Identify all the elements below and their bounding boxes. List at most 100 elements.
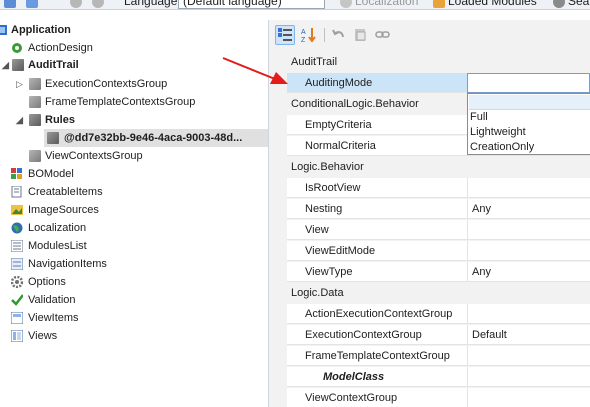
tree-node-executioncontextsgroup[interactable]: ▷ ExecutionContextsGroup (0, 75, 268, 93)
property-value[interactable] (467, 388, 590, 407)
cube-icon (29, 96, 41, 108)
tree-node-label: Views (28, 330, 58, 342)
paste-button[interactable] (351, 25, 371, 45)
dropdown-empty-option[interactable] (469, 95, 590, 110)
property-row-auditingmode[interactable]: AuditingMode (269, 73, 590, 94)
toolbar-refresh-icon[interactable] (26, 0, 41, 9)
property-value[interactable] (467, 178, 590, 198)
collapse-arrow-icon[interactable]: ◢ (2, 56, 9, 74)
dropdown-option-creationonly[interactable]: CreationOnly (470, 139, 534, 155)
property-name: ViewContextGroup (287, 388, 467, 407)
tree-node-validation[interactable]: Validation (0, 291, 268, 309)
property-value[interactable] (467, 241, 590, 261)
alphabetical-button[interactable]: AZ (299, 25, 319, 45)
auditingmode-dropdown-list[interactable]: Full Lightweight CreationOnly (467, 93, 590, 155)
tree-node-options[interactable]: Options (0, 273, 268, 291)
categorized-icon (278, 28, 292, 41)
creatable-items-icon (11, 186, 22, 198)
tree-node-audittrail[interactable]: ◢ AuditTrail (0, 56, 268, 74)
tree-node-application[interactable]: Application (0, 21, 268, 39)
tree-node-viewitems[interactable]: ViewItems (0, 309, 268, 327)
property-row-modelclass[interactable]: ModelClass (269, 367, 590, 388)
navigation-items-icon (11, 258, 23, 270)
dropdown-option-lightweight[interactable]: Lightweight (470, 124, 526, 140)
property-row-actionexecutioncontextgroup[interactable]: ActionExecutionContextGroup (269, 304, 590, 325)
undo-button[interactable] (329, 25, 349, 45)
tree-node-label: CreatableItems (28, 186, 103, 198)
tree-node-label: FrameTemplateContextsGroup (45, 96, 196, 108)
category-logic-data[interactable]: Logic.Data (269, 283, 590, 304)
property-row-view[interactable]: View (269, 220, 590, 241)
property-name: NormalCriteria (287, 136, 467, 156)
gear-icon (11, 276, 23, 288)
tree-node-frametemplatecontextsgroup[interactable]: FrameTemplateContextsGroup (0, 93, 268, 111)
tree-node-label: ModulesList (28, 240, 87, 252)
localization-icon (340, 0, 352, 8)
category-label: Logic.Behavior (291, 161, 364, 173)
auditingmode-value-input[interactable] (467, 73, 590, 93)
tree-node-actiondesign[interactable]: ActionDesign (0, 39, 268, 57)
loaded-modules-icon (433, 0, 445, 8)
property-name: AuditingMode (287, 73, 467, 93)
tree-node-creatableitems[interactable]: CreatableItems (0, 183, 268, 201)
property-value[interactable]: Default (467, 325, 590, 345)
loaded-modules-button[interactable]: Loaded Modules (433, 0, 537, 9)
property-row-nesting[interactable]: Nesting Any (269, 199, 590, 220)
tree-node-viewcontextsgroup[interactable]: ViewContextsGroup (0, 147, 268, 165)
tree-node-label: ImageSources (28, 204, 99, 216)
category-audittrail[interactable]: AuditTrail (269, 52, 590, 73)
category-label: AuditTrail (291, 56, 338, 68)
toolbar-back-icon[interactable] (4, 0, 19, 9)
category-logic-behavior[interactable]: Logic.Behavior (269, 157, 590, 178)
property-row-vieweditmode[interactable]: ViewEditMode (269, 241, 590, 262)
svg-text:A: A (301, 29, 306, 36)
categorized-button[interactable] (275, 25, 295, 45)
search-icon (553, 0, 565, 8)
property-value[interactable] (467, 346, 590, 366)
tree-node-imagesources[interactable]: ImageSources (0, 201, 268, 219)
property-row-viewcontextgroup[interactable]: ViewContextGroup (269, 388, 590, 407)
image-sources-icon (11, 205, 23, 215)
property-value[interactable] (467, 367, 590, 387)
bomodel-icon (11, 168, 22, 179)
tree-node-views[interactable]: Views (0, 327, 268, 345)
property-value[interactable]: Any (467, 199, 590, 219)
tree-node-bomodel[interactable]: BOModel (0, 165, 268, 183)
language-combobox[interactable]: (Default language) (178, 0, 325, 9)
property-name: View (287, 220, 467, 240)
dropdown-option-full[interactable]: Full (470, 109, 488, 125)
expand-arrow-icon[interactable]: ▷ (16, 75, 23, 93)
property-name: ViewType (287, 262, 467, 282)
tree-node-moduleslist[interactable]: ModulesList (0, 237, 268, 255)
search-button[interactable]: Sea (553, 0, 589, 9)
tree-node-localization[interactable]: Localization (0, 219, 268, 237)
tree-node-label: AuditTrail (28, 59, 79, 71)
paste-icon (355, 29, 366, 41)
property-row-executioncontextgroup[interactable]: ExecutionContextGroup Default (269, 325, 590, 346)
tree-node-label: ExecutionContextsGroup (45, 78, 168, 90)
property-name: ActionExecutionContextGroup (287, 304, 467, 324)
tree-node-label: BOModel (28, 168, 74, 180)
property-value[interactable]: Any (467, 262, 590, 282)
model-tree[interactable]: Application ActionDesign ◢ AuditTrail ▷ … (0, 20, 268, 407)
action-design-icon (12, 43, 22, 53)
property-row-viewtype[interactable]: ViewType Any (269, 262, 590, 283)
tree-node-navigationitems[interactable]: NavigationItems (0, 255, 268, 273)
property-row-isrootview[interactable]: IsRootView (269, 178, 590, 199)
tree-node-label: Localization (28, 222, 87, 234)
tree-node-rule-item[interactable]: @dd7e32bb-9e46-4aca-9003-48d... (44, 129, 268, 147)
property-row-frametemplatecontextgroup[interactable]: FrameTemplateContextGroup (269, 346, 590, 367)
property-grid: AZ AuditTrail AuditingMode ConditionalLo… (269, 20, 590, 407)
property-value[interactable] (467, 220, 590, 240)
link-icon (375, 31, 390, 38)
tree-node-label: @dd7e32bb-9e46-4aca-9003-48d... (64, 132, 243, 144)
property-value[interactable] (467, 304, 590, 324)
localization-button[interactable]: Localization (340, 0, 418, 9)
tree-node-rules[interactable]: ◢ Rules (0, 111, 268, 129)
collapse-arrow-icon[interactable]: ◢ (16, 111, 23, 129)
toolbar-disabled-icon (70, 0, 85, 9)
main-toolbar: Language (Default language) Localization… (0, 0, 590, 10)
link-button[interactable] (373, 25, 393, 45)
svg-text:Z: Z (301, 37, 306, 43)
language-combobox-value: (Default language) (183, 0, 282, 8)
